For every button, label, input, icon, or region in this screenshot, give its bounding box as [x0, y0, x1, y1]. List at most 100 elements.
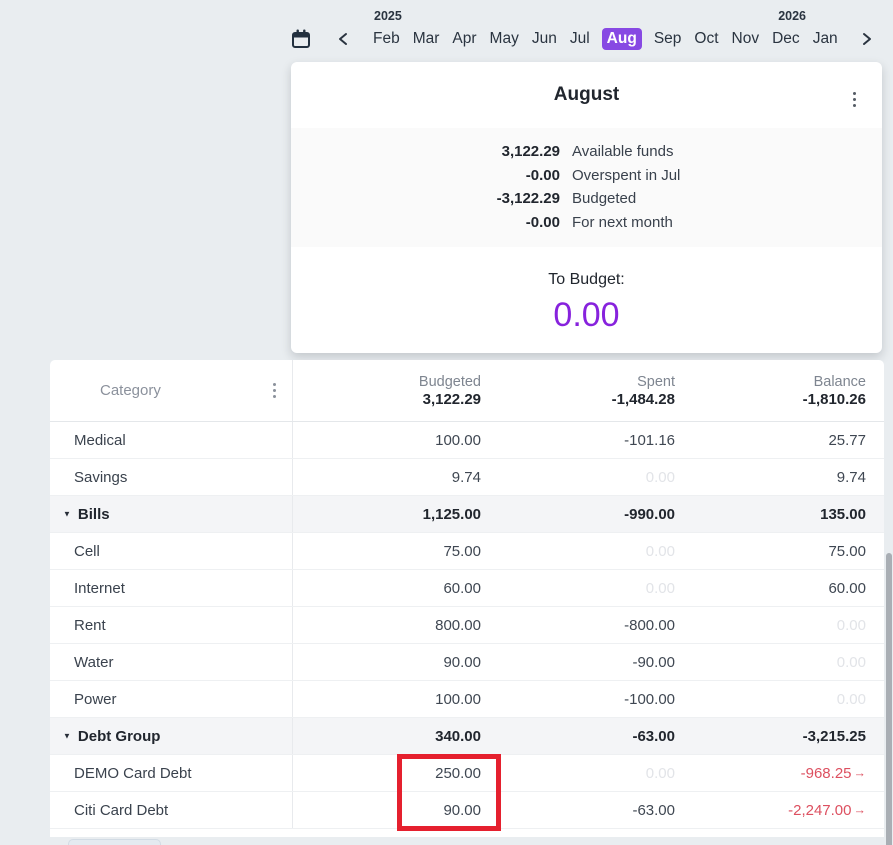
month-item-nov[interactable]: Nov: [731, 28, 761, 50]
balance-cell[interactable]: 135.00: [695, 496, 884, 532]
calendar-icon[interactable]: [291, 29, 311, 50]
category-name-cell[interactable]: Rent: [50, 607, 292, 643]
previous-month-button[interactable]: [337, 32, 349, 46]
category-name-cell[interactable]: Citi Card Debt: [50, 792, 292, 828]
budgeted-cell[interactable]: 340.00: [292, 718, 501, 754]
balance-column-header[interactable]: Balance -1,810.26: [695, 360, 884, 421]
budgeted-value: 90.00: [443, 654, 481, 671]
spent-cell[interactable]: -63.00: [501, 718, 695, 754]
balance-cell[interactable]: 0.00: [695, 607, 884, 643]
category-label: Internet: [74, 580, 125, 597]
table-row-bills[interactable]: ▼Bills1,125.00 -990.00 135.00: [50, 496, 884, 533]
year-row: 2025 2026: [374, 9, 806, 23]
month-item-may[interactable]: May: [489, 28, 520, 50]
spent-value: 0.00: [646, 580, 675, 597]
next-month-button[interactable]: [861, 32, 873, 46]
spent-cell[interactable]: -90.00: [501, 644, 695, 680]
balance-value: 135.00: [820, 506, 866, 523]
spent-cell[interactable]: -990.00: [501, 496, 695, 532]
spent-cell[interactable]: -63.00: [501, 792, 695, 828]
category-name-cell[interactable]: Medical: [50, 422, 292, 458]
table-row-water[interactable]: Water 90.00 -90.00 0.00: [50, 644, 884, 681]
budgeted-cell[interactable]: 250.00: [292, 755, 501, 791]
month-item-dec[interactable]: Dec: [771, 28, 801, 50]
month-navigation: 2025 2026 Feb Mar Apr May Jun Jul Aug Sep Oct Nov…: [291, 9, 861, 52]
spent-cell[interactable]: 0.00: [501, 755, 695, 791]
spent-cell[interactable]: 0.00: [501, 570, 695, 606]
budgeted-cell[interactable]: 100.00: [292, 422, 501, 458]
balance-value: 0.00: [837, 654, 866, 671]
balance-cell[interactable]: 0.00: [695, 681, 884, 717]
month-item-aug[interactable]: Aug: [602, 28, 642, 50]
budgeted-cell[interactable]: 800.00: [292, 607, 501, 643]
month-item-apr[interactable]: Apr: [451, 28, 477, 50]
spent-cell[interactable]: -100.00: [501, 681, 695, 717]
category-name-cell[interactable]: ▼Bills: [50, 496, 292, 532]
category-label: Water: [74, 654, 113, 671]
spent-value: -990.00: [624, 506, 675, 523]
month-item-mar[interactable]: Mar: [412, 28, 441, 50]
balance-cell[interactable]: 25.77: [695, 422, 884, 458]
category-name-cell[interactable]: ▼Debt Group: [50, 718, 292, 754]
table-row-internet[interactable]: Internet 60.00 0.00 60.00: [50, 570, 884, 607]
spent-cell[interactable]: -101.16: [501, 422, 695, 458]
budgeted-value: 100.00: [435, 432, 481, 449]
budgeted-cell[interactable]: 75.00: [292, 533, 501, 569]
budgeted-cell[interactable]: 9.74: [292, 459, 501, 495]
summary-row: -0.00 Overspent in Jul: [291, 164, 882, 188]
balance-cell[interactable]: -2,247.00→: [695, 792, 884, 828]
card-menu-icon[interactable]: [849, 86, 860, 113]
table-row-medical[interactable]: Medical 100.00 -101.1625.77: [50, 422, 884, 459]
month-item-jul[interactable]: Jul: [569, 28, 591, 50]
category-column-header: Category: [100, 382, 161, 399]
category-name-cell[interactable]: Savings: [50, 459, 292, 495]
budgeted-cell[interactable]: 100.00: [292, 681, 501, 717]
month-item-jan[interactable]: Jan: [812, 28, 839, 50]
budgeted-value: 75.00: [443, 543, 481, 560]
category-name-cell[interactable]: Internet: [50, 570, 292, 606]
budgeted-cell[interactable]: 90.00: [292, 644, 501, 680]
table-row-savings[interactable]: Savings9.740.009.74: [50, 459, 884, 496]
category-name-cell[interactable]: Power: [50, 681, 292, 717]
balance-cell[interactable]: 9.74: [695, 459, 884, 495]
budgeted-cell[interactable]: 90.00: [292, 792, 501, 828]
balance-cell[interactable]: 0.00: [695, 644, 884, 680]
category-name-cell[interactable]: Cell: [50, 533, 292, 569]
collapse-triangle-icon[interactable]: ▼: [63, 509, 71, 518]
month-item-feb[interactable]: Feb: [372, 28, 401, 50]
table-row-debt-group[interactable]: ▼Debt Group340.00-63.00-3,215.25: [50, 718, 884, 755]
spent-cell[interactable]: -800.00: [501, 607, 695, 643]
category-label: Citi Card Debt: [74, 802, 168, 819]
budgeted-cell[interactable]: 1,125.00: [292, 496, 501, 532]
table-row-rent[interactable]: Rent800.00-800.000.00: [50, 607, 884, 644]
table-row-cell[interactable]: Cell75.000.0075.00: [50, 533, 884, 570]
table-row-power[interactable]: Power 100.00 -100.00 0.00: [50, 681, 884, 718]
balance-cell[interactable]: -3,215.25: [695, 718, 884, 754]
scrollbar-thumb[interactable]: [886, 553, 892, 845]
budgeted-value: 100.00: [435, 691, 481, 708]
summary-row: -0.00 For next month: [291, 211, 882, 235]
table-row-citi-card-debt[interactable]: Citi Card Debt90.00-63.00-2,247.00→: [50, 792, 884, 829]
balance-cell[interactable]: -968.25→: [695, 755, 884, 791]
budgeted-cell[interactable]: 60.00: [292, 570, 501, 606]
category-name-cell[interactable]: Water: [50, 644, 292, 680]
category-menu-icon[interactable]: [269, 377, 280, 404]
balance-value: -2,247.00: [788, 802, 851, 819]
carryover-arrow-icon: →: [854, 803, 867, 817]
category-name-cell[interactable]: DEMO Card Debt: [50, 755, 292, 791]
budgeted-column-header[interactable]: Budgeted 3,122.29: [292, 360, 501, 421]
spent-cell[interactable]: 0.00: [501, 459, 695, 495]
month-item-oct[interactable]: Oct: [693, 28, 719, 50]
budget-table: Category Budgeted 3,122.29 Spent -1,484.…: [50, 360, 884, 837]
collapse-triangle-icon[interactable]: ▼: [63, 731, 71, 740]
month-item-sep[interactable]: Sep: [653, 28, 683, 50]
balance-cell[interactable]: 75.00: [695, 533, 884, 569]
spent-value: -100.00: [624, 691, 675, 708]
balance-cell[interactable]: 60.00: [695, 570, 884, 606]
table-row-demo-card-debt[interactable]: DEMO Card Debt250.000.00-968.25→: [50, 755, 884, 792]
spent-cell[interactable]: 0.00: [501, 533, 695, 569]
spent-column-header[interactable]: Spent -1,484.28: [501, 360, 695, 421]
bottom-partial-button[interactable]: [68, 839, 161, 845]
month-item-jun[interactable]: Jun: [531, 28, 558, 50]
to-budget-amount[interactable]: 0.00: [291, 296, 882, 335]
